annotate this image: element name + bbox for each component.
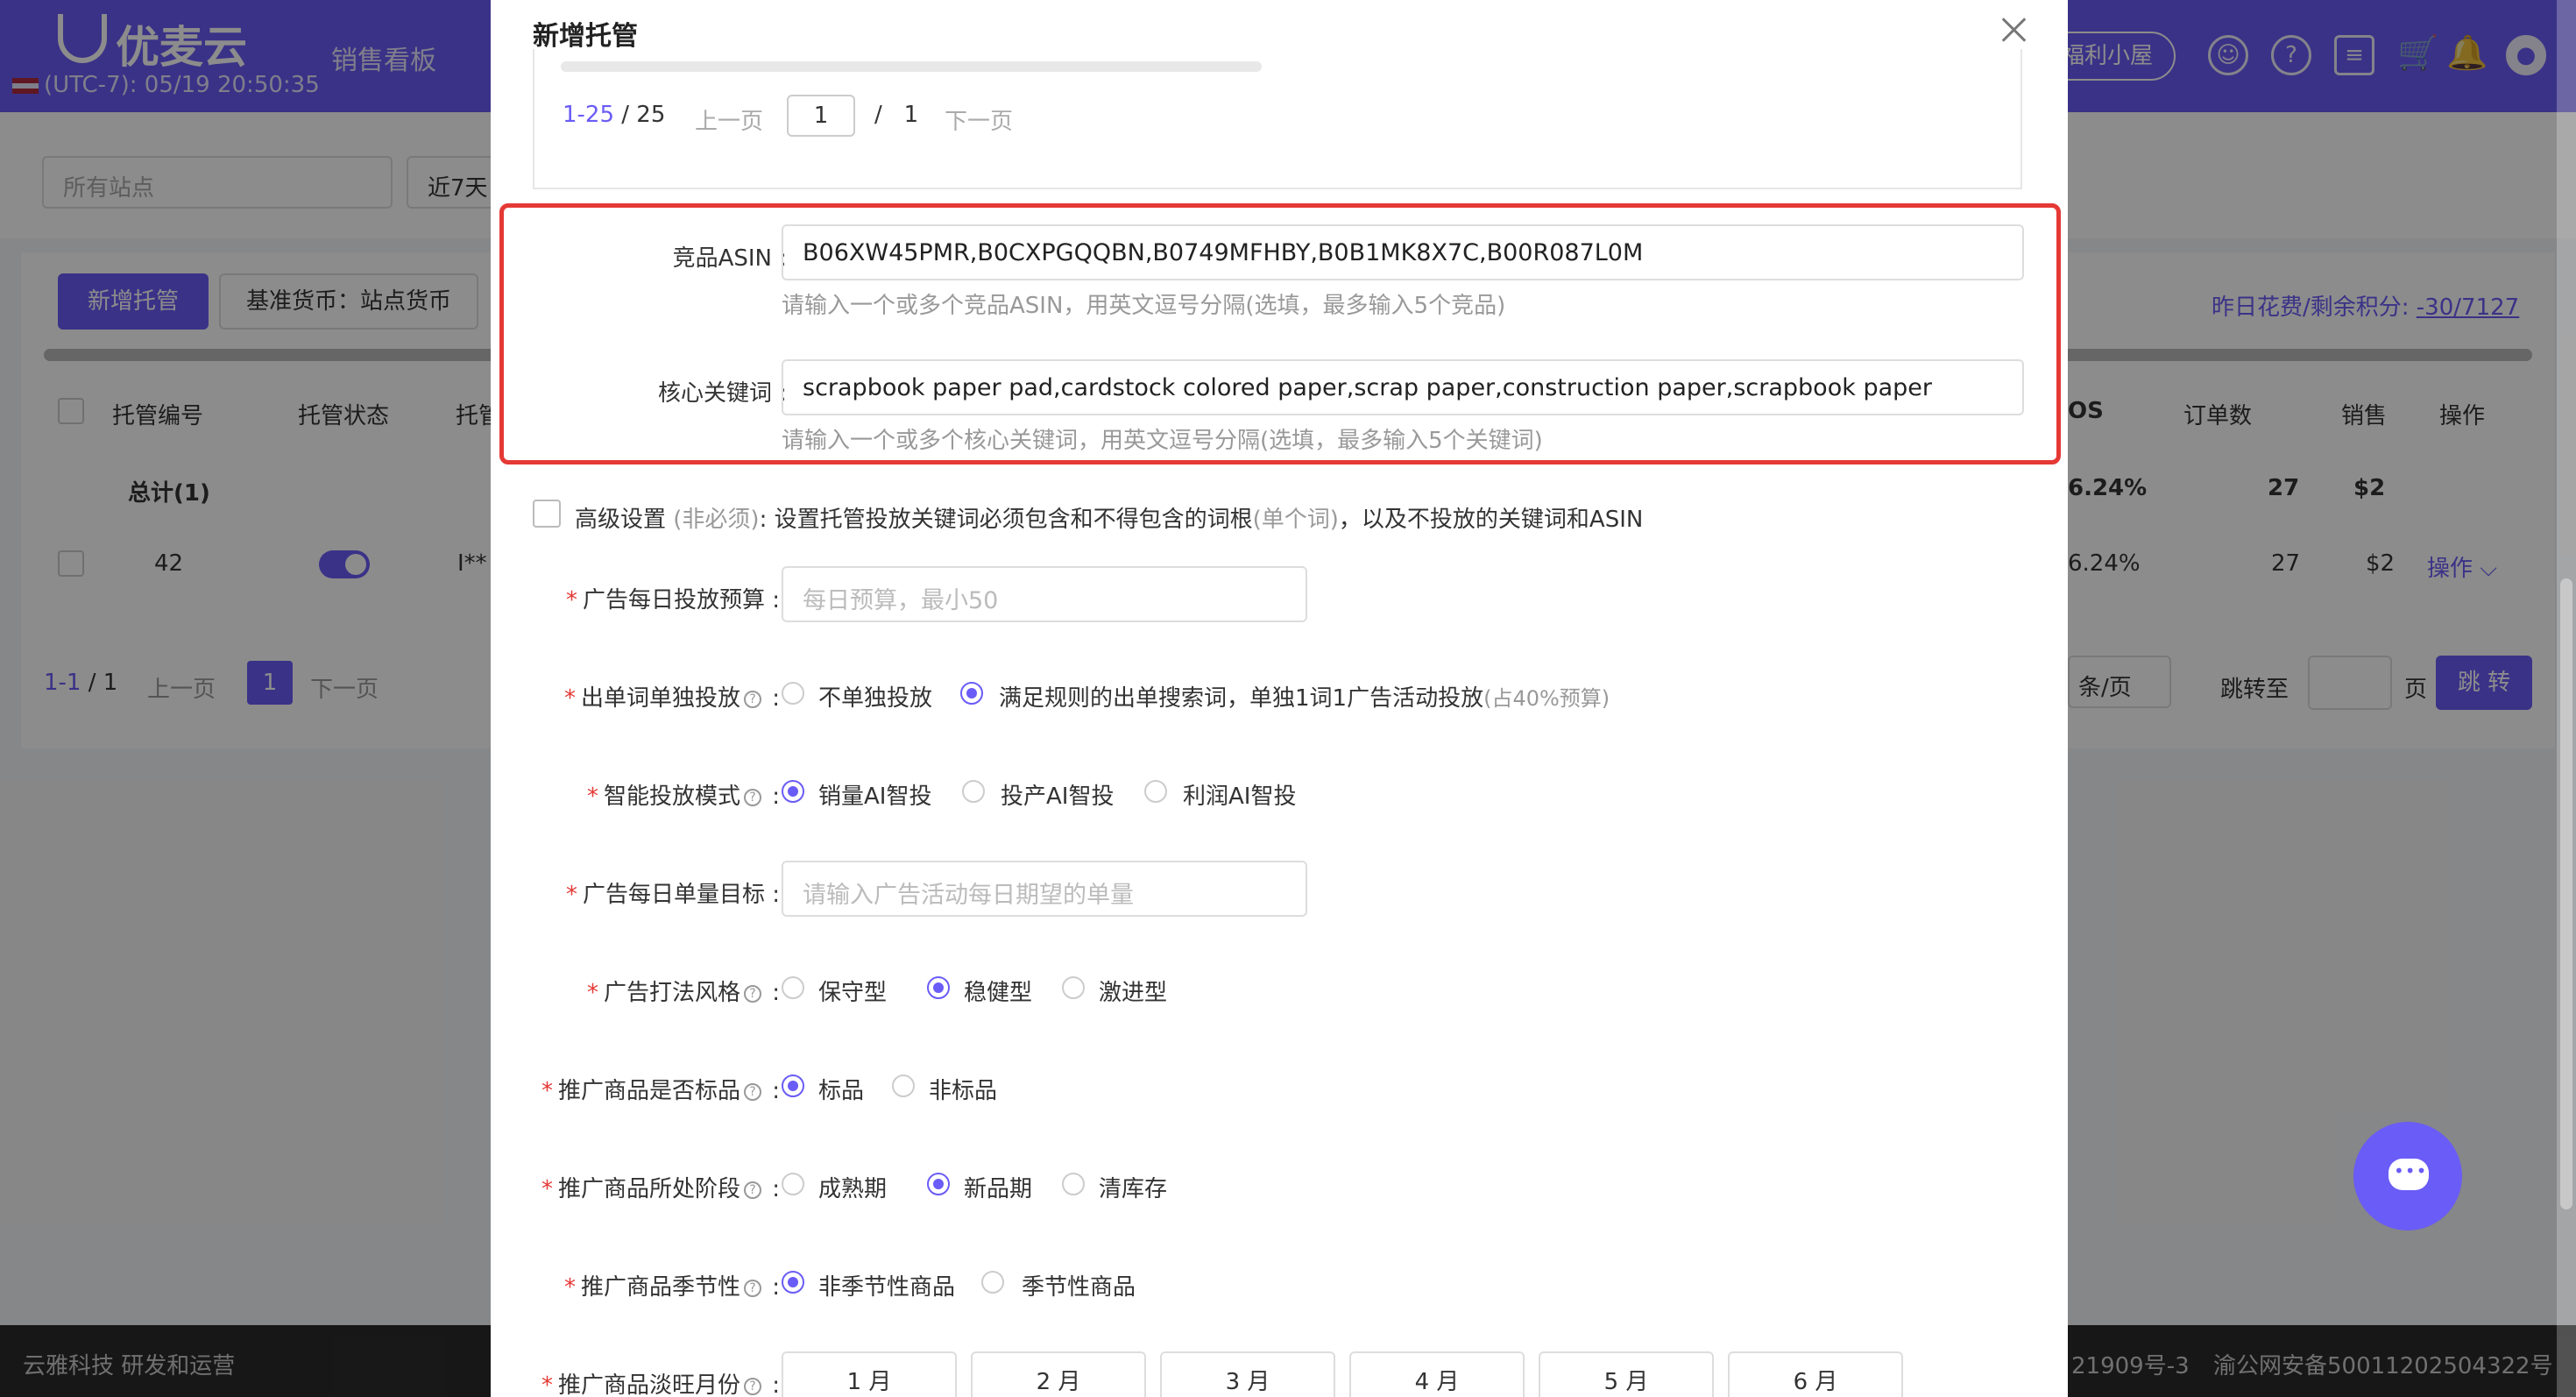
asin-hint: 请输入一个或多个竞品ASIN，用英文逗号分隔(选填，最多输入5个竞品) <box>782 293 1506 319</box>
question-circle-icon[interactable]: ? <box>743 788 761 806</box>
mode-radio-1[interactable] <box>782 780 804 803</box>
style-radio-1[interactable] <box>782 976 804 999</box>
mode-radio-2[interactable] <box>962 780 985 803</box>
mode-opt1[interactable]: 销量AI智投 <box>818 778 931 811</box>
style-opt1[interactable]: 保守型 <box>818 975 887 1007</box>
seasonal-opt1[interactable]: 非季节性商品 <box>818 1269 955 1301</box>
month-6[interactable]: 6 月 <box>1728 1351 1903 1397</box>
chat-button[interactable] <box>2353 1122 2462 1230</box>
keywords-hint: 请输入一个或多个核心关键词，用英文逗号分隔(选填，最多输入5个关键词) <box>782 428 1543 454</box>
close-icon[interactable] <box>1998 14 2029 46</box>
month-4[interactable]: 4 月 <box>1349 1351 1525 1397</box>
seasonal-label: * 推广商品季节性? : <box>563 1274 780 1301</box>
mode-label: * 智能投放模式? : <box>586 784 780 810</box>
daily-budget-input[interactable]: 每日预算，最小50 <box>782 566 1307 622</box>
stage-opt3[interactable]: 清库存 <box>1099 1171 1167 1203</box>
month-3[interactable]: 3 月 <box>1160 1351 1335 1397</box>
asin-label: 竞品ASIN : <box>672 245 787 272</box>
single-word-opt2[interactable]: 满足规则的出单搜索词，单独1词1广告活动投放(占40%预算) <box>999 680 1610 713</box>
modal-pager-range: 1-25 / 25 <box>563 102 666 128</box>
month-2[interactable]: 2 月 <box>971 1351 1146 1397</box>
modal-title: 新增托管 <box>533 21 638 52</box>
stage-radio-3[interactable] <box>1062 1173 1085 1195</box>
competitor-asin-input[interactable]: B06XW45PMR,B0CXPGQQBN,B0749MFHBY,B0B1MK8… <box>782 224 2024 280</box>
single-word-label: * 出单词单独投放? : <box>563 685 780 712</box>
budget-label: * 广告每日投放预算 : <box>565 587 780 613</box>
modal-pager-input[interactable]: 1 <box>787 95 855 137</box>
month-5[interactable]: 5 月 <box>1539 1351 1714 1397</box>
standard-label: * 推广商品是否标品? : <box>541 1078 780 1104</box>
keywords-label: 核心关键词 : <box>657 380 787 407</box>
standard-radio-1[interactable] <box>782 1074 804 1097</box>
single-word-radio-2[interactable] <box>960 682 983 705</box>
off-months-label: * 推广商品淡旺月份? : <box>541 1372 780 1397</box>
stage-label: * 推广商品所处阶段? : <box>541 1176 780 1202</box>
page-scrollbar[interactable] <box>2557 0 2576 1397</box>
stage-radio-1[interactable] <box>782 1173 804 1195</box>
mode-radio-3[interactable] <box>1144 780 1167 803</box>
question-circle-icon[interactable]: ? <box>743 690 761 708</box>
chat-icon <box>2388 1159 2429 1190</box>
inner-table-scrollbar[interactable] <box>561 61 1262 72</box>
standard-opt1[interactable]: 标品 <box>818 1073 864 1105</box>
question-circle-icon[interactable]: ? <box>743 984 761 1003</box>
modal-pager-prev[interactable]: 上一页 <box>695 103 763 136</box>
advanced-settings-checkbox[interactable] <box>533 500 561 528</box>
standard-radio-2[interactable] <box>892 1074 915 1097</box>
daily-target-input[interactable]: 请输入广告活动每日期望的单量 <box>782 861 1307 917</box>
style-opt2[interactable]: 稳健型 <box>964 975 1032 1007</box>
page-scrollbar-thumb[interactable] <box>2560 578 2572 1209</box>
month-1[interactable]: 1 月 <box>782 1351 957 1397</box>
core-keywords-input[interactable]: scrapbook paper pad,cardstock colored pa… <box>782 359 2024 415</box>
seasonal-radio-2[interactable] <box>981 1271 1004 1294</box>
advanced-settings-text: 高级设置 (非必须): 设置托管投放关键词必须包含和不得包含的词根(单个词)，以… <box>575 507 1644 533</box>
style-label: * 广告打法风格? : <box>586 980 780 1006</box>
stage-radio-2[interactable] <box>927 1173 950 1195</box>
seasonal-radio-1[interactable] <box>782 1271 804 1294</box>
style-radio-3[interactable] <box>1062 976 1085 999</box>
question-circle-icon[interactable]: ? <box>743 1279 761 1297</box>
mode-opt3[interactable]: 利润AI智投 <box>1183 778 1296 811</box>
single-word-radio-1[interactable] <box>782 682 804 705</box>
question-circle-icon[interactable]: ? <box>743 1082 761 1101</box>
question-circle-icon[interactable]: ? <box>743 1377 761 1395</box>
mode-opt2[interactable]: 投产AI智投 <box>1001 778 1114 811</box>
question-circle-icon[interactable]: ? <box>743 1181 761 1199</box>
seasonal-opt2[interactable]: 季节性商品 <box>1022 1269 1136 1301</box>
modal-pager-next[interactable]: 下一页 <box>945 103 1013 136</box>
stage-opt2[interactable]: 新品期 <box>964 1171 1032 1203</box>
daily-target-label: * 广告每日单量目标 : <box>565 882 780 908</box>
modal-pager-total: / 1 <box>874 102 919 128</box>
stage-opt1[interactable]: 成熟期 <box>818 1171 887 1203</box>
add-hosting-modal: 新增托管 1-25 / 25 上一页 1 / 1 下一页 竞品ASIN : B0… <box>491 0 2068 1397</box>
single-word-opt1[interactable]: 不单独投放 <box>818 680 932 713</box>
standard-opt2[interactable]: 非标品 <box>929 1073 997 1105</box>
style-radio-2[interactable] <box>927 976 950 999</box>
style-opt3[interactable]: 激进型 <box>1099 975 1167 1007</box>
